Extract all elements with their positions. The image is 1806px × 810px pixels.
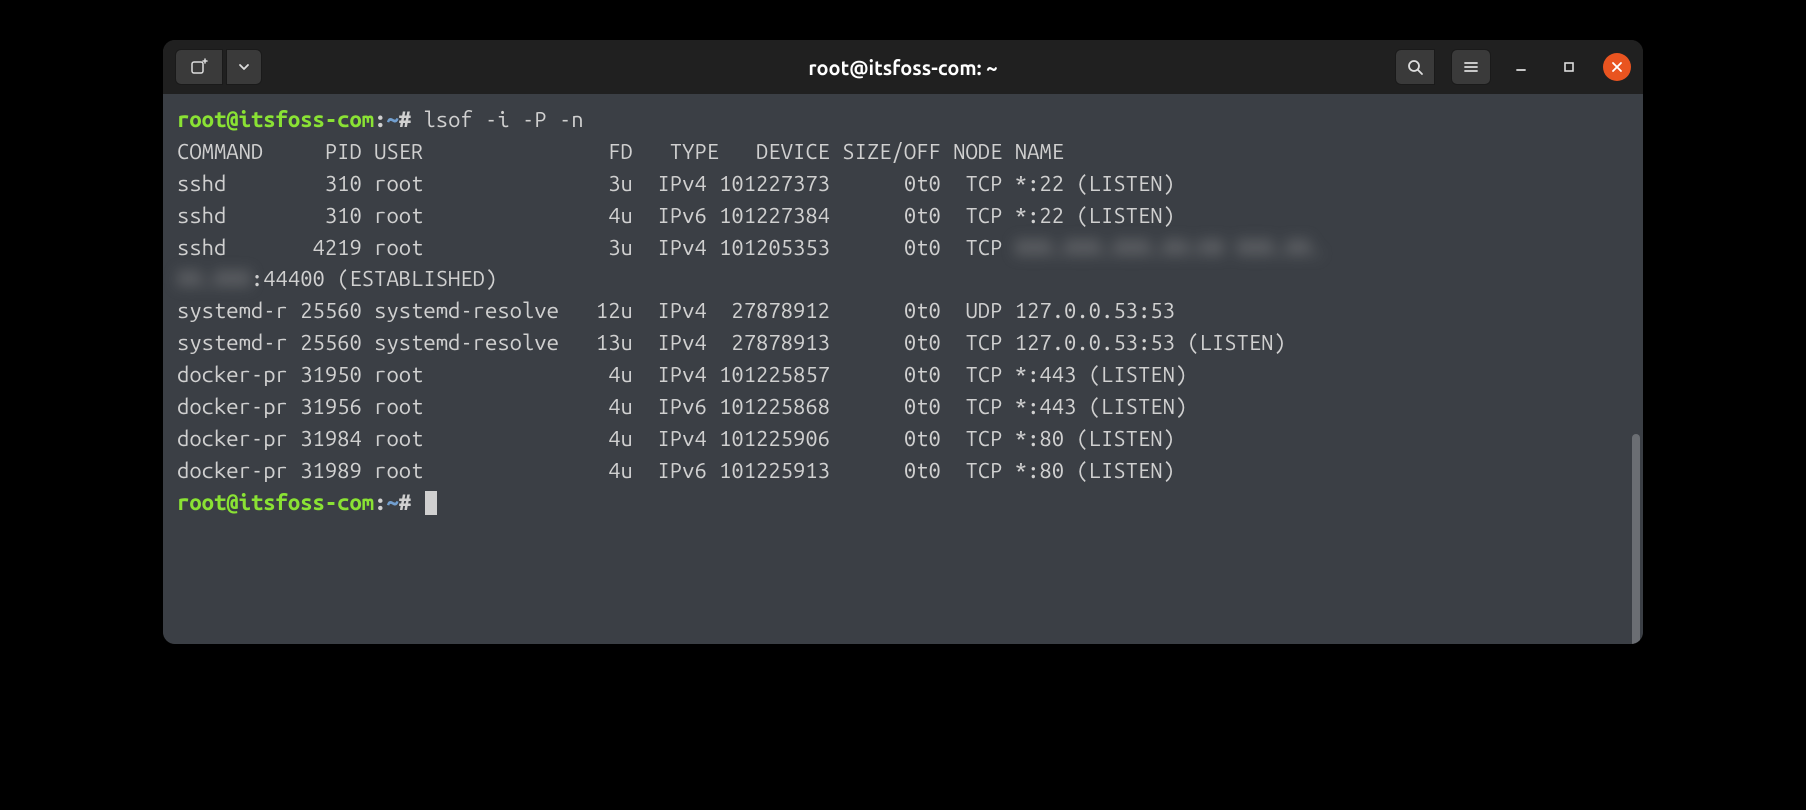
wrap-suffix: :44400 (ESTABLISHED) <box>251 266 497 291</box>
new-tab-button[interactable] <box>175 49 223 85</box>
prompt-hash-2: # <box>399 490 411 515</box>
window-controls <box>1507 53 1631 81</box>
prompt-path: ~ <box>386 107 398 132</box>
prompt-hash: # <box>399 107 411 132</box>
hamburger-icon <box>1462 58 1480 76</box>
terminal-body[interactable]: root@itsfoss-com:~# lsof -i -P -n COMMAN… <box>163 94 1643 644</box>
minimize-button[interactable] <box>1507 53 1535 81</box>
maximize-button[interactable] <box>1555 53 1583 81</box>
chevron-down-icon <box>237 60 251 74</box>
prompt-user-2: root@itsfoss-com <box>177 490 374 515</box>
new-tab-icon <box>189 57 209 77</box>
search-icon <box>1406 58 1424 76</box>
blurred-prefix: XX.XXX <box>177 266 251 291</box>
window-title: root@itsfoss-com: ~ <box>808 56 997 79</box>
prompt-path-2: ~ <box>386 490 398 515</box>
output-rows: sshd 310 root 3u IPv4 101227373 0t0 TCP … <box>177 171 1323 260</box>
output-header: COMMAND PID USER FD TYPE DEVICE SIZE/OFF… <box>177 139 1064 164</box>
prompt-user: root@itsfoss-com <box>177 107 374 132</box>
cursor <box>425 491 437 515</box>
output-rows-2: systemd-r 25560 systemd-resolve 12u IPv4… <box>177 298 1286 482</box>
maximize-icon <box>1562 60 1576 74</box>
titlebar: root@itsfoss-com: ~ <box>163 40 1643 94</box>
menu-button[interactable] <box>1451 49 1491 85</box>
prompt-sep: : <box>374 107 386 132</box>
blurred-ip: XXX.XXX.XXX.XX:XX XXX.XX. <box>1015 235 1323 260</box>
close-button[interactable] <box>1603 53 1631 81</box>
terminal-window: root@itsfoss-com: ~ <box>163 40 1643 644</box>
titlebar-right <box>1395 49 1631 85</box>
tab-dropdown-button[interactable] <box>226 49 262 85</box>
titlebar-left <box>175 49 262 85</box>
close-icon <box>1610 60 1624 74</box>
search-button[interactable] <box>1395 49 1435 85</box>
minimize-icon <box>1514 60 1528 74</box>
prompt-sep-2: : <box>374 490 386 515</box>
scrollbar[interactable] <box>1632 434 1640 644</box>
command-text: lsof -i -P -n <box>423 107 583 132</box>
